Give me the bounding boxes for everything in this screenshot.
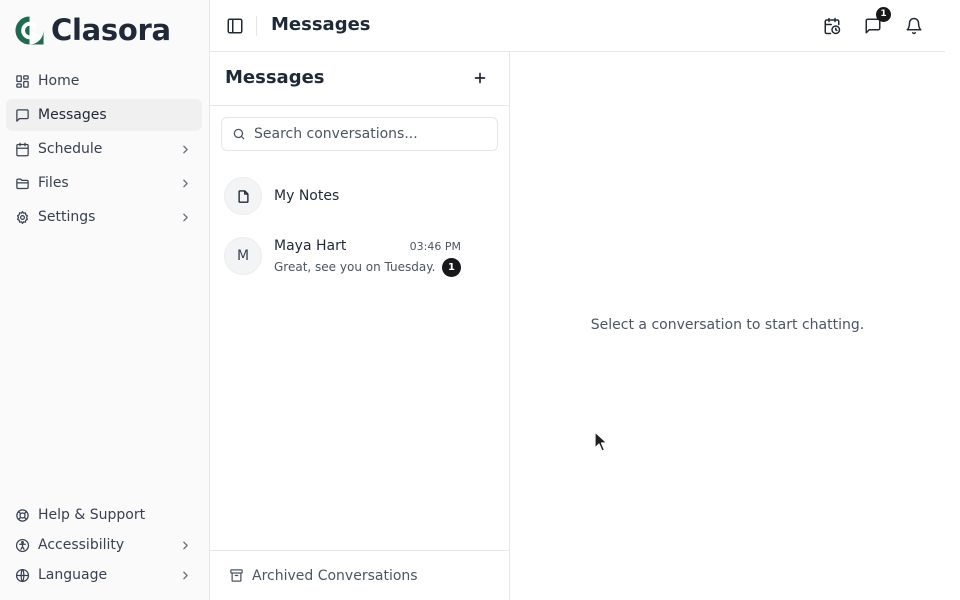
chevron-right-icon	[183, 213, 188, 221]
notifications-button[interactable]	[905, 17, 923, 35]
empty-state-message: Select a conversation to start chatting.	[590, 317, 865, 333]
sidebar-item-settings[interactable]: Settings	[6, 201, 202, 233]
sidebar-item-files[interactable]: Files	[6, 167, 202, 199]
archived-conversations-label: Archived Conversations	[252, 567, 418, 584]
conversation-timestamp: 03:46 PM	[409, 240, 461, 253]
sidebar-item-label: Home	[38, 73, 80, 89]
search-conversations-field[interactable]	[221, 117, 498, 151]
avatar	[224, 177, 262, 215]
sidebar-bottom-nav: Help & Support Accessibility Language	[6, 501, 202, 591]
globe-icon	[15, 568, 30, 582]
chevron-right-icon	[183, 541, 188, 549]
file-icon	[237, 189, 249, 203]
calendar-icon	[16, 142, 29, 156]
messages-count-badge: 1	[876, 7, 891, 22]
sidebar-item-accessibility[interactable]: Accessibility	[6, 531, 202, 559]
conversation-preview: Great, see you on Tuesday.	[274, 260, 436, 274]
lifebuoy-icon	[16, 508, 29, 522]
message-square-icon	[16, 108, 29, 122]
sidebar-item-label: Help & Support	[38, 507, 146, 523]
sidebar-item-label: Schedule	[38, 141, 103, 157]
conversation-name: Maya Hart	[274, 238, 347, 254]
conversation-list-header: Messages	[210, 52, 509, 106]
sidebar-item-language[interactable]: Language	[6, 561, 202, 589]
avatar: M	[224, 237, 262, 275]
top-bar: Messages	[210, 0, 945, 52]
topbar-divider	[256, 16, 257, 36]
gear-icon	[17, 210, 28, 224]
chevron-right-icon	[183, 179, 188, 187]
sidebar: Clasora Home Messages Schedule Files Set…	[0, 0, 210, 600]
sidebar-item-messages[interactable]: Messages	[6, 99, 202, 131]
calendar-clock-icon	[824, 17, 841, 35]
archived-conversations-link[interactable]: Archived Conversations	[210, 550, 509, 600]
conversation-name: My Notes	[274, 188, 340, 204]
panel-left-icon	[227, 18, 243, 34]
chat-pane: Select a conversation to start chatting.	[510, 52, 945, 600]
mouse-cursor-icon	[594, 431, 608, 452]
grid-icon	[16, 74, 29, 88]
bell-icon	[906, 17, 922, 35]
archive-icon	[230, 569, 243, 582]
sidebar-item-label: Language	[38, 567, 108, 583]
chevron-right-icon	[183, 145, 188, 153]
brand-name: Clasora	[51, 13, 171, 47]
sidebar-item-label: Messages	[38, 107, 107, 123]
search-icon	[233, 128, 245, 140]
chevron-right-icon	[183, 571, 188, 579]
unread-count-badge: 1	[442, 258, 461, 277]
sidebar-item-help-support[interactable]: Help & Support	[6, 501, 202, 529]
plus-icon	[474, 72, 486, 84]
page-title: Messages	[271, 14, 371, 35]
sidebar-item-label: Settings	[38, 209, 96, 225]
sidebar-item-label: Files	[38, 175, 69, 191]
window-edge	[945, 0, 960, 600]
new-conversation-button[interactable]	[471, 69, 489, 87]
conversation-item-my-notes[interactable]: My Notes	[224, 177, 464, 217]
conversation-item-maya-hart[interactable]: M Maya Hart 03:46 PM Great, see you on T…	[224, 237, 464, 277]
sidebar-toggle-button[interactable]	[226, 17, 244, 35]
sidebar-nav: Home Messages Schedule Files Settings	[6, 65, 202, 235]
brand-logo[interactable]: Clasora	[14, 14, 171, 46]
conversation-list-title: Messages	[225, 67, 325, 88]
schedule-shortcut-button[interactable]	[823, 17, 841, 35]
sidebar-item-home[interactable]: Home	[6, 65, 202, 97]
clasora-logo-icon	[15, 15, 44, 45]
folder-icon	[16, 178, 29, 189]
sidebar-item-label: Accessibility	[38, 537, 125, 553]
search-input[interactable]	[254, 126, 489, 142]
sidebar-item-schedule[interactable]: Schedule	[6, 133, 202, 165]
accessibility-icon	[15, 538, 30, 552]
conversation-list-panel: Messages My Notes M Maya Hart 03:46 PM G…	[210, 52, 510, 600]
